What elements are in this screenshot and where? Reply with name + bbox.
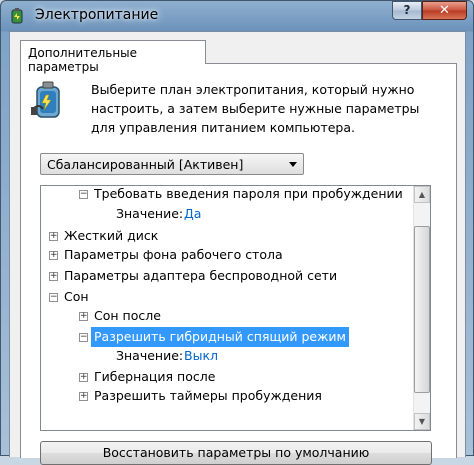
value-link[interactable]: Выкл xyxy=(184,346,218,366)
vertical-scrollbar[interactable]: ▲ ▼ xyxy=(413,186,430,430)
tree-item-label: Требовать введения пароля при пробуждени… xyxy=(94,186,403,201)
tree-item-label: Параметры адаптера беспроводной сети xyxy=(64,268,338,283)
tree-item[interactable]: + Разрешить таймеры пробуждения xyxy=(41,386,414,406)
tree-item-label: Разрешить таймеры пробуждения xyxy=(94,388,322,403)
collapse-minus-icon[interactable]: − xyxy=(49,293,58,302)
tree-item[interactable]: + Параметры фона рабочего стола xyxy=(41,245,414,265)
window-client-area: Дополнительные параметры Выберите план э… xyxy=(9,31,466,465)
restore-defaults-button[interactable]: Восстановить параметры по умолчанию xyxy=(40,441,432,465)
tree-value-row[interactable]: Значение: Да xyxy=(41,204,414,224)
scrollbar-thumb[interactable] xyxy=(414,226,430,393)
tree-item-label: Разрешить гибридный спящий режим xyxy=(91,327,349,347)
tree-item[interactable]: − Разрешить гибридный спящий режим xyxy=(41,327,414,347)
power-plan-dropdown[interactable]: Сбалансированный [Активен] xyxy=(40,153,304,175)
help-button[interactable]: ? xyxy=(392,1,422,20)
expand-plus-icon[interactable]: + xyxy=(79,373,88,382)
power-options-window: Электропитание ? ✕ Дополнительные параме… xyxy=(0,0,474,465)
tree-item[interactable]: − Сон xyxy=(41,287,414,307)
tree-item-label: Сон xyxy=(64,289,89,304)
expand-plus-icon[interactable]: + xyxy=(49,232,58,241)
tree-item[interactable]: + Гибернация после xyxy=(41,367,414,387)
tree-item[interactable]: + Параметры адаптера беспроводной сети xyxy=(41,266,414,286)
tree-item-label: Сон после xyxy=(94,308,161,323)
tree-item[interactable]: + Жесткий диск xyxy=(41,226,414,246)
description-text: Выберите план электропитания, который ну… xyxy=(91,82,420,135)
chevron-down-icon xyxy=(289,162,297,167)
value-label: Значение: xyxy=(116,348,184,363)
settings-tree[interactable]: − Требовать введения пароля при пробужден… xyxy=(40,185,431,431)
tree-value-row[interactable]: Значение: Выкл xyxy=(41,346,414,366)
tree-item-label: Параметры фона рабочего стола xyxy=(64,247,283,262)
value-label: Значение: xyxy=(116,206,184,221)
expand-plus-icon[interactable]: + xyxy=(79,392,88,401)
close-button[interactable]: ✕ xyxy=(422,1,467,20)
collapse-minus-icon[interactable]: − xyxy=(79,333,88,342)
expand-plus-icon[interactable]: + xyxy=(79,312,88,321)
expand-plus-icon[interactable]: + xyxy=(49,251,58,260)
title-bar[interactable]: Электропитание ? ✕ xyxy=(1,1,473,31)
collapse-minus-icon[interactable]: − xyxy=(79,190,88,199)
power-options-icon xyxy=(11,8,23,24)
value-link[interactable]: Да xyxy=(184,204,201,224)
scroll-up-icon[interactable]: ▲ xyxy=(414,186,430,203)
tab-advanced-settings[interactable]: Дополнительные параметры xyxy=(20,40,206,74)
tree-item[interactable]: − Требовать введения пароля при пробужден… xyxy=(41,186,414,204)
battery-plug-icon xyxy=(31,81,60,118)
tree-item-label: Жесткий диск xyxy=(64,228,159,243)
tree-item-label: Гибернация после xyxy=(94,369,216,384)
tree-item[interactable]: + Сон после xyxy=(41,306,414,326)
scroll-down-icon[interactable]: ▼ xyxy=(414,413,430,430)
expand-plus-icon[interactable]: + xyxy=(49,272,58,281)
power-plan-value: Сбалансированный [Активен] xyxy=(47,157,244,172)
window-title: Электропитание xyxy=(35,7,159,23)
